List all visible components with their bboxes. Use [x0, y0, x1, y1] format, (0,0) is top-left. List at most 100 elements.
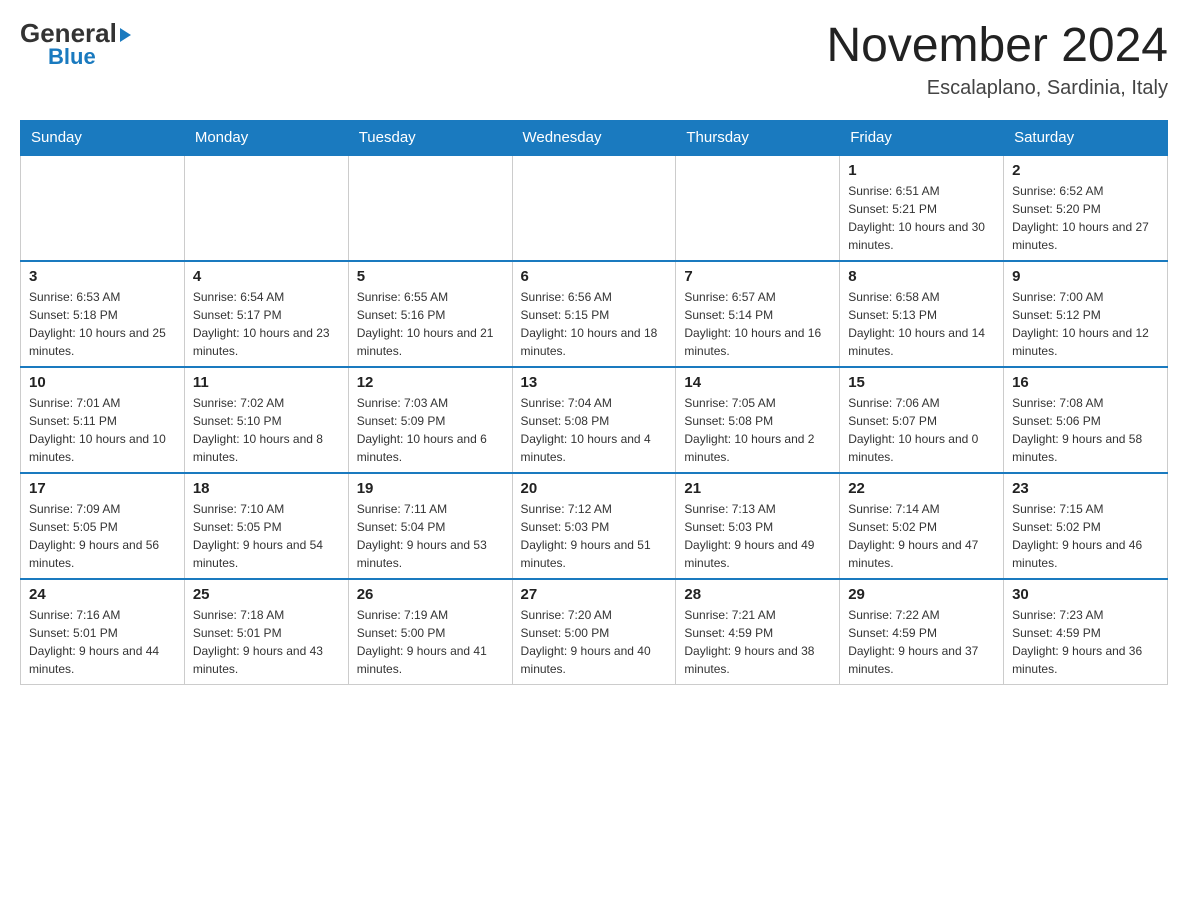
- calendar-cell: 5Sunrise: 6:55 AMSunset: 5:16 PMDaylight…: [348, 261, 512, 367]
- day-number: 13: [521, 374, 668, 391]
- day-info: Sunrise: 7:15 AMSunset: 5:02 PMDaylight:…: [1012, 500, 1159, 572]
- day-info: Sunrise: 7:05 AMSunset: 5:08 PMDaylight:…: [684, 394, 831, 466]
- calendar-cell: 7 Sunrise: 6:57 AMSunset: 5:14 PMDaylight…: [676, 261, 840, 367]
- calendar-cell: 23 Sunrise: 7:15 AMSunset: 5:02 PMDayligh…: [1004, 473, 1168, 579]
- day-number: 2: [1012, 162, 1159, 179]
- day-number: 1: [848, 162, 995, 179]
- day-number: 16: [1012, 374, 1159, 391]
- calendar-cell: 24 Sunrise: 7:16 AMSunset: 5:01 PMDayligh…: [21, 579, 185, 685]
- calendar-table: SundayMondayTuesdayWednesdayThursdayFrid…: [20, 120, 1168, 685]
- day-info: Sunrise: 7:20 AMSunset: 5:00 PMDaylight:…: [521, 606, 668, 678]
- calendar-cell: 4 Sunrise: 6:54 AMSunset: 5:17 PMDaylight…: [184, 261, 348, 367]
- logo-general-text: General: [20, 20, 131, 46]
- calendar-cell: [512, 155, 676, 261]
- calendar-cell: 16Sunrise: 7:08 AMSunset: 5:06 PMDayligh…: [1004, 367, 1168, 473]
- day-number: 6: [521, 268, 668, 285]
- calendar-cell: 2 Sunrise: 6:52 AMSunset: 5:20 PMDaylight…: [1004, 155, 1168, 261]
- calendar-cell: 28Sunrise: 7:21 AMSunset: 4:59 PMDayligh…: [676, 579, 840, 685]
- weekday-header-friday: Friday: [840, 120, 1004, 155]
- day-info: Sunrise: 6:54 AMSunset: 5:17 PMDaylight:…: [193, 288, 340, 360]
- day-info: Sunrise: 7:11 AMSunset: 5:04 PMDaylight:…: [357, 500, 504, 572]
- month-year-title: November 2024: [826, 20, 1168, 73]
- page-header: General Blue November 2024 Escalaplano, …: [20, 20, 1168, 100]
- week-row-1: 1 Sunrise: 6:51 AMSunset: 5:21 PMDaylight…: [21, 155, 1168, 261]
- calendar-cell: [184, 155, 348, 261]
- day-number: 18: [193, 480, 340, 497]
- calendar-cell: [21, 155, 185, 261]
- calendar-cell: 25 Sunrise: 7:18 AMSunset: 5:01 PMDayligh…: [184, 579, 348, 685]
- day-info: Sunrise: 7:19 AMSunset: 5:00 PMDaylight:…: [357, 606, 504, 678]
- calendar-cell: [348, 155, 512, 261]
- day-info: Sunrise: 7:03 AMSunset: 5:09 PMDaylight:…: [357, 394, 504, 466]
- day-number: 21: [684, 480, 831, 497]
- calendar-cell: 10Sunrise: 7:01 AMSunset: 5:11 PMDayligh…: [21, 367, 185, 473]
- day-number: 26: [357, 586, 504, 603]
- calendar-cell: 27Sunrise: 7:20 AMSunset: 5:00 PMDayligh…: [512, 579, 676, 685]
- day-info: Sunrise: 6:56 AMSunset: 5:15 PMDaylight:…: [521, 288, 668, 360]
- day-number: 7: [684, 268, 831, 285]
- day-number: 23: [1012, 480, 1159, 497]
- week-row-3: 10Sunrise: 7:01 AMSunset: 5:11 PMDayligh…: [21, 367, 1168, 473]
- day-info: Sunrise: 7:13 AMSunset: 5:03 PMDaylight:…: [684, 500, 831, 572]
- day-info: Sunrise: 7:02 AMSunset: 5:10 PMDaylight:…: [193, 394, 340, 466]
- day-number: 29: [848, 586, 995, 603]
- day-number: 17: [29, 480, 176, 497]
- weekday-header-wednesday: Wednesday: [512, 120, 676, 155]
- day-number: 9: [1012, 268, 1159, 285]
- weekday-header-sunday: Sunday: [21, 120, 185, 155]
- location-subtitle: Escalaplano, Sardinia, Italy: [826, 77, 1168, 100]
- day-number: 20: [521, 480, 668, 497]
- logo-triangle-icon: [120, 28, 131, 42]
- week-row-4: 17 Sunrise: 7:09 AMSunset: 5:05 PMDayligh…: [21, 473, 1168, 579]
- day-number: 28: [684, 586, 831, 603]
- calendar-cell: 11 Sunrise: 7:02 AMSunset: 5:10 PMDayligh…: [184, 367, 348, 473]
- weekday-header-monday: Monday: [184, 120, 348, 155]
- calendar-cell: 20 Sunrise: 7:12 AMSunset: 5:03 PMDayligh…: [512, 473, 676, 579]
- day-number: 8: [848, 268, 995, 285]
- weekday-header-saturday: Saturday: [1004, 120, 1168, 155]
- day-info: Sunrise: 7:14 AMSunset: 5:02 PMDaylight:…: [848, 500, 995, 572]
- calendar-cell: 6 Sunrise: 6:56 AMSunset: 5:15 PMDaylight…: [512, 261, 676, 367]
- day-number: 5: [357, 268, 504, 285]
- day-number: 24: [29, 586, 176, 603]
- calendar-cell: 26 Sunrise: 7:19 AMSunset: 5:00 PMDayligh…: [348, 579, 512, 685]
- calendar-cell: 15Sunrise: 7:06 AMSunset: 5:07 PMDayligh…: [840, 367, 1004, 473]
- day-info: Sunrise: 6:52 AMSunset: 5:20 PMDaylight:…: [1012, 182, 1159, 254]
- day-info: Sunrise: 7:09 AMSunset: 5:05 PMDaylight:…: [29, 500, 176, 572]
- calendar-cell: 30Sunrise: 7:23 AMSunset: 4:59 PMDayligh…: [1004, 579, 1168, 685]
- calendar-cell: 18 Sunrise: 7:10 AMSunset: 5:05 PMDayligh…: [184, 473, 348, 579]
- day-number: 25: [193, 586, 340, 603]
- calendar-cell: 12 Sunrise: 7:03 AMSunset: 5:09 PMDayligh…: [348, 367, 512, 473]
- day-info: Sunrise: 7:12 AMSunset: 5:03 PMDaylight:…: [521, 500, 668, 572]
- day-info: Sunrise: 7:04 AMSunset: 5:08 PMDaylight:…: [521, 394, 668, 466]
- day-number: 3: [29, 268, 176, 285]
- day-number: 22: [848, 480, 995, 497]
- day-number: 15: [848, 374, 995, 391]
- calendar-cell: 9 Sunrise: 7:00 AMSunset: 5:12 PMDaylight…: [1004, 261, 1168, 367]
- day-info: Sunrise: 7:00 AMSunset: 5:12 PMDaylight:…: [1012, 288, 1159, 360]
- week-row-5: 24 Sunrise: 7:16 AMSunset: 5:01 PMDayligh…: [21, 579, 1168, 685]
- day-number: 4: [193, 268, 340, 285]
- calendar-cell: 8 Sunrise: 6:58 AMSunset: 5:13 PMDaylight…: [840, 261, 1004, 367]
- day-info: Sunrise: 6:57 AMSunset: 5:14 PMDaylight:…: [684, 288, 831, 360]
- week-row-2: 3Sunrise: 6:53 AMSunset: 5:18 PMDaylight…: [21, 261, 1168, 367]
- day-info: Sunrise: 6:58 AMSunset: 5:13 PMDaylight:…: [848, 288, 995, 360]
- logo-blue-text: Blue: [48, 44, 96, 70]
- calendar-cell: 21 Sunrise: 7:13 AMSunset: 5:03 PMDayligh…: [676, 473, 840, 579]
- day-info: Sunrise: 6:51 AMSunset: 5:21 PMDaylight:…: [848, 182, 995, 254]
- day-number: 12: [357, 374, 504, 391]
- calendar-cell: 29Sunrise: 7:22 AMSunset: 4:59 PMDayligh…: [840, 579, 1004, 685]
- day-number: 10: [29, 374, 176, 391]
- day-info: Sunrise: 7:18 AMSunset: 5:01 PMDaylight:…: [193, 606, 340, 678]
- day-number: 11: [193, 374, 340, 391]
- day-number: 30: [1012, 586, 1159, 603]
- calendar-cell: 14Sunrise: 7:05 AMSunset: 5:08 PMDayligh…: [676, 367, 840, 473]
- calendar-cell: 22 Sunrise: 7:14 AMSunset: 5:02 PMDayligh…: [840, 473, 1004, 579]
- calendar-cell: [676, 155, 840, 261]
- day-info: Sunrise: 7:10 AMSunset: 5:05 PMDaylight:…: [193, 500, 340, 572]
- weekday-header-thursday: Thursday: [676, 120, 840, 155]
- calendar-cell: 19Sunrise: 7:11 AMSunset: 5:04 PMDayligh…: [348, 473, 512, 579]
- logo: General Blue: [20, 20, 131, 70]
- weekday-header-row: SundayMondayTuesdayWednesdayThursdayFrid…: [21, 120, 1168, 155]
- day-info: Sunrise: 7:16 AMSunset: 5:01 PMDaylight:…: [29, 606, 176, 678]
